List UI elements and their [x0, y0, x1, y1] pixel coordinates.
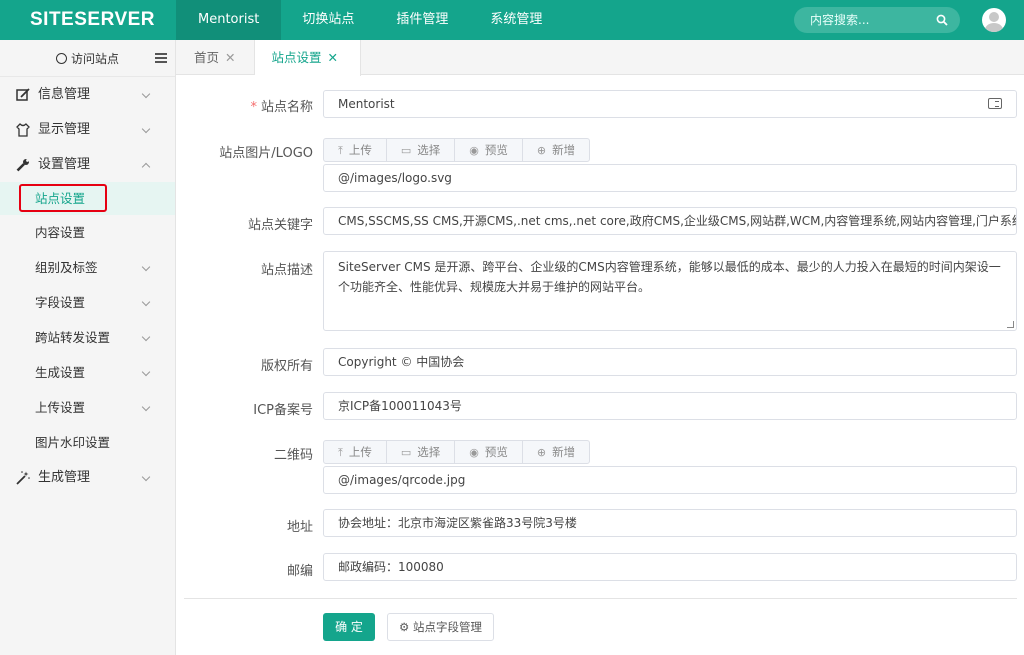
add-button[interactable]: ⊕ 新增 — [523, 441, 589, 463]
qrcode-button-group: ⤒ 上传 ▭ 选择 ◉ 预览 ⊕ 新增 — [323, 440, 591, 464]
chevron-down-icon — [141, 367, 151, 377]
wrench-icon — [16, 159, 29, 172]
nav-switch-site[interactable]: 切换站点 — [281, 0, 375, 40]
sidebar-item-upload-settings[interactable]: 上传设置 — [0, 390, 175, 425]
qrcode-input[interactable]: @/images/qrcode.jpg — [323, 466, 1017, 494]
sidebar-item-groups-tags[interactable]: 组别及标签 — [0, 250, 175, 285]
qrcode-label: 二维码 — [273, 448, 313, 463]
chevron-down-icon — [141, 89, 151, 99]
nav-system[interactable]: 系统管理 — [469, 0, 563, 40]
logo-button-group: ⤒ 上传 ▭ 选择 ◉ 预览 ⊕ 新增 — [323, 138, 591, 162]
copyright-input[interactable]: Copyright © 中国协会 — [323, 348, 1017, 376]
sidebar-item-content-settings[interactable]: 内容设置 — [0, 215, 175, 250]
address-label: 地址 — [286, 520, 313, 535]
search-icon[interactable] — [936, 14, 948, 26]
site-name-input[interactable]: Mentorist — [323, 90, 1017, 118]
chevron-down-icon — [141, 332, 151, 342]
visit-site[interactable]: 访问站点 — [0, 40, 175, 77]
nav-plugins[interactable]: 插件管理 — [375, 0, 469, 40]
icp-label: ICP备案号 — [253, 403, 313, 418]
preview-button[interactable]: ◉ 预览 — [455, 139, 523, 161]
zip-label: 邮编 — [286, 564, 313, 579]
folder-icon: ▭ — [400, 144, 412, 157]
sidebar: 访问站点 信息管理 显示管理 设置管理 站点设置 内容设置 组别及标签 字段设置… — [0, 40, 176, 655]
tab-home[interactable]: 首页 ✕ — [176, 40, 255, 75]
nav-mentorist[interactable]: Mentorist — [176, 0, 282, 40]
close-icon[interactable]: ✕ — [225, 50, 235, 65]
chevron-down-icon — [141, 124, 151, 134]
sidebar-item-field-settings[interactable]: 字段设置 — [0, 285, 175, 320]
edit-icon — [16, 88, 30, 101]
sidebar-menu: 信息管理 显示管理 设置管理 站点设置 内容设置 组别及标签 字段设置 跨站转发… — [0, 77, 175, 495]
site-fields-button[interactable]: ⚙ 站点字段管理 — [387, 613, 494, 641]
logo-label: 站点图片/LOGO — [219, 146, 313, 161]
desc-label: 站点描述 — [260, 263, 313, 278]
eye-icon: ◉ — [469, 446, 479, 459]
chevron-up-icon — [141, 162, 151, 172]
sidebar-item-cross-site[interactable]: 跨站转发设置 — [0, 320, 175, 355]
sidebar-item-watermark[interactable]: 图片水印设置 — [0, 425, 175, 460]
site-name-label: * 站点名称 — [250, 100, 313, 115]
select-button[interactable]: ▭ 选择 — [387, 441, 456, 463]
card-icon[interactable] — [988, 98, 1002, 109]
site-settings-form: * 站点名称 Mentorist 站点图片/LOGO ⤒ 上传 ▭ 选择 ◉ 预览 ⊕ 新… — [176, 76, 1024, 655]
plus-circle-icon: ⊕ — [536, 446, 547, 459]
preview-button[interactable]: ◉ 预览 — [455, 441, 523, 463]
search-input[interactable]: 内容搜索... — [794, 7, 960, 33]
avatar[interactable] — [982, 8, 1006, 32]
desc-textarea[interactable]: SiteServer CMS 是开源、跨平台、企业级的CMS内容管理系统，能够以… — [323, 251, 1017, 331]
zip-input[interactable]: 邮政编码：100080 — [323, 553, 1017, 581]
top-nav: Mentorist 切换站点 插件管理 系统管理 — [176, 0, 563, 40]
chevron-down-icon — [141, 262, 151, 272]
sidebar-item-site-settings[interactable]: 站点设置 — [0, 182, 175, 215]
globe-icon — [55, 52, 67, 64]
eye-icon: ◉ — [469, 144, 479, 157]
add-button[interactable]: ⊕ 新增 — [523, 139, 589, 161]
chevron-down-icon — [141, 472, 151, 482]
tab-bar: 首页 ✕ 站点设置 ✕ — [176, 40, 1024, 76]
divider — [184, 598, 1017, 599]
upload-icon: ⤒ — [338, 446, 343, 459]
sidebar-item-info[interactable]: 信息管理 — [0, 77, 175, 112]
confirm-button[interactable]: 确 定 — [323, 613, 375, 641]
keywords-label: 站点关键字 — [247, 218, 313, 233]
upload-button[interactable]: ⤒ 上传 — [324, 441, 387, 463]
keywords-input[interactable]: CMS,SSCMS,SS CMS,开源CMS,.net cms,.net cor… — [323, 207, 1017, 235]
logo[interactable]: SITESERVER — [0, 0, 176, 40]
icp-input[interactable]: 京ICP备100011043号 — [323, 392, 1017, 420]
sidebar-item-settings[interactable]: 设置管理 — [0, 147, 175, 182]
close-icon[interactable]: ✕ — [328, 50, 338, 65]
chevron-down-icon — [141, 297, 151, 307]
search-placeholder: 内容搜索... — [810, 13, 870, 27]
shirt-icon — [16, 123, 30, 137]
logo-input[interactable]: @/images/logo.svg — [323, 164, 1017, 192]
magic-wand-icon — [16, 471, 30, 485]
tab-site-settings[interactable]: 站点设置 ✕ — [254, 40, 361, 76]
resize-handle[interactable] — [1007, 321, 1014, 328]
highlight-box — [19, 184, 107, 212]
address-input[interactable]: 协会地址：北京市海淀区紫雀路33号院3号楼 — [323, 509, 1017, 537]
select-button[interactable]: ▭ 选择 — [387, 139, 456, 161]
gear-icon: ⚙ — [399, 620, 413, 634]
chevron-down-icon — [141, 402, 151, 412]
menu-toggle-icon[interactable] — [155, 53, 167, 63]
sidebar-item-generate[interactable]: 生成管理 — [0, 460, 175, 495]
upload-icon: ⤒ — [338, 144, 343, 157]
upload-button[interactable]: ⤒ 上传 — [324, 139, 387, 161]
plus-circle-icon: ⊕ — [536, 144, 547, 157]
sidebar-item-display[interactable]: 显示管理 — [0, 112, 175, 147]
folder-icon: ▭ — [400, 446, 412, 459]
visit-site-label: 访问站点 — [70, 51, 119, 66]
copyright-label: 版权所有 — [260, 359, 313, 374]
top-bar: SITESERVER Mentorist 切换站点 插件管理 系统管理 内容搜索… — [0, 0, 1024, 40]
sidebar-item-generate-settings[interactable]: 生成设置 — [0, 355, 175, 390]
